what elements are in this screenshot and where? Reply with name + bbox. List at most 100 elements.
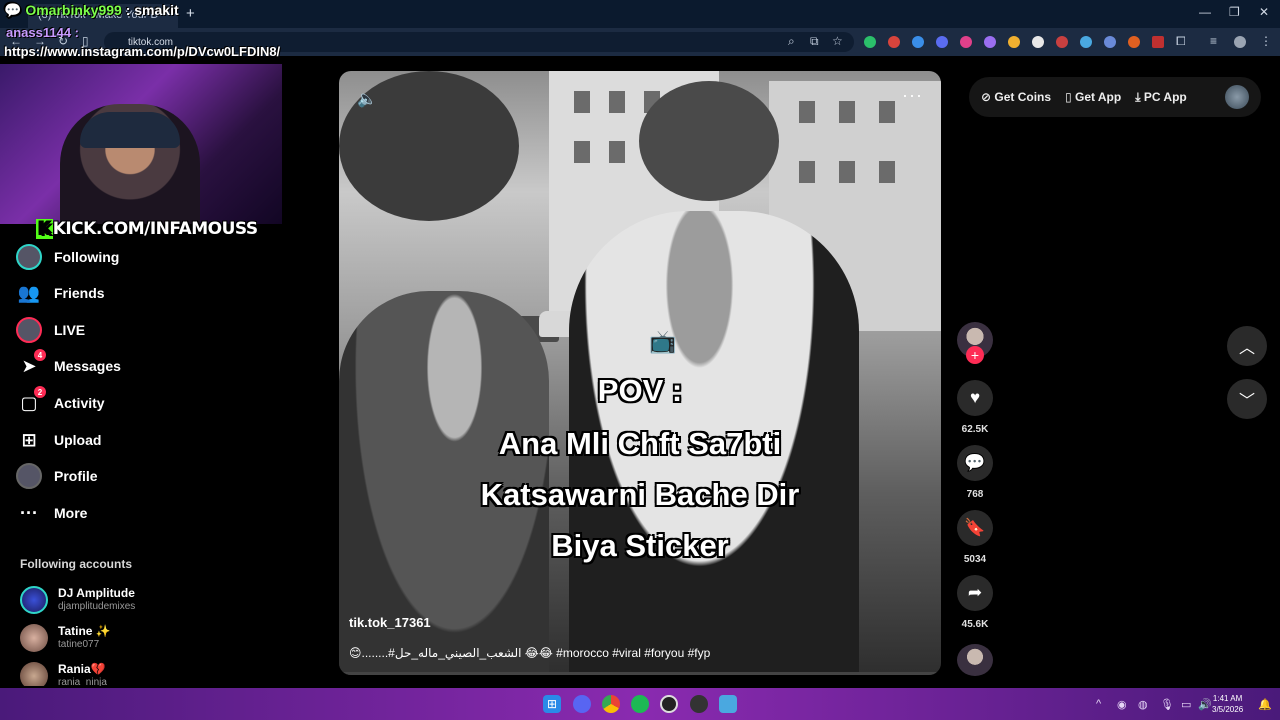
video-player[interactable]: 🔈 ··· 📺 POV : Ana Mli Chft Sa7bti Katsaw…: [339, 71, 941, 675]
sidebar-item-more[interactable]: ··· More: [16, 498, 216, 528]
friends-icon: 👥: [17, 282, 41, 303]
get-coins-button[interactable]: ⊘ Get Coins: [981, 90, 1051, 104]
extension-icon[interactable]: [1080, 36, 1092, 48]
microphone-icon[interactable]: 🎙: [1160, 698, 1174, 711]
like-count: 62.5K: [961, 424, 989, 435]
extension-icon[interactable]: [1152, 36, 1164, 48]
following-account[interactable]: Rania💔 rania_ninja: [20, 662, 220, 686]
app-icon[interactable]: [690, 695, 708, 713]
avatar: [20, 624, 48, 652]
window-image: [574, 141, 590, 163]
get-coins-label: Get Coins: [994, 90, 1052, 104]
extension-icon[interactable]: [912, 36, 924, 48]
kick-k-icon: K: [36, 219, 53, 239]
extension-icon[interactable]: [1056, 36, 1068, 48]
discord-icon[interactable]: [573, 695, 591, 713]
download-icon: ⤓: [1135, 89, 1144, 104]
app-window-icon[interactable]: [719, 695, 737, 713]
more-icon: ···: [20, 502, 38, 523]
video-progress-bar[interactable]: [339, 672, 941, 675]
kick-brand-text: KICK.COM/INFAMOUSS: [52, 219, 258, 239]
reading-list-icon[interactable]: ≡: [1210, 34, 1217, 48]
bookmark-star-icon[interactable]: ☆: [832, 34, 843, 48]
install-icon[interactable]: ⧉: [810, 34, 819, 49]
upload-icon: ⊞: [21, 429, 37, 450]
avatar: [20, 586, 48, 614]
sidebar-item-label: Messages: [54, 358, 121, 374]
extension-icon[interactable]: [1032, 36, 1044, 48]
browser-menu-icon[interactable]: ⋮: [1260, 34, 1272, 48]
video-author[interactable]: tik.tok_17361: [349, 615, 431, 630]
following-account[interactable]: Tatine ✨ tatine077: [20, 624, 220, 656]
spotify-icon[interactable]: [631, 695, 649, 713]
tree-image: [639, 81, 779, 201]
extension-icon[interactable]: [1104, 36, 1116, 48]
tray-discord-icon[interactable]: ◍: [1138, 698, 1148, 711]
extension-icon[interactable]: [888, 36, 900, 48]
sidebar-item-activity[interactable]: ▢ 2 Activity: [16, 386, 216, 418]
account-handle: tatine077: [58, 639, 100, 650]
save-button[interactable]: 🔖: [957, 510, 993, 546]
share-button[interactable]: ➦: [957, 575, 993, 611]
window-image: [609, 91, 625, 113]
profile-avatar[interactable]: [1234, 36, 1246, 48]
extension-icon[interactable]: [984, 36, 996, 48]
network-icon[interactable]: ▭: [1181, 698, 1191, 711]
user-avatar[interactable]: [1225, 85, 1249, 109]
video-caption-line: Ana Mli Chft Sa7bti: [498, 426, 782, 461]
new-tab-icon[interactable]: +: [186, 5, 195, 22]
tv-sticker-icon: 📺: [649, 329, 677, 354]
sidebar-item-profile[interactable]: Profile: [16, 461, 216, 491]
extension-icon[interactable]: [1128, 36, 1140, 48]
account-name: Tatine ✨: [58, 624, 111, 638]
tray-app-icon[interactable]: ◉: [1117, 698, 1127, 711]
tray-overflow-icon[interactable]: ^: [1096, 698, 1101, 710]
chevron-down-icon: ﹀: [1238, 393, 1255, 410]
clock-time: 1:41 AM: [1212, 694, 1243, 703]
comment-button[interactable]: 💬: [957, 445, 993, 481]
obs-icon[interactable]: [660, 695, 678, 713]
avatar: [20, 662, 48, 686]
extension-icon[interactable]: [960, 36, 972, 48]
sidebar-item-following[interactable]: Following: [16, 242, 216, 272]
chat-username: Omarbinky999: [25, 2, 122, 18]
more-options-icon[interactable]: ···: [902, 85, 923, 106]
pc-app-button[interactable]: ⤓ PC App: [1135, 90, 1187, 105]
minimize-icon[interactable]: —: [1199, 5, 1211, 19]
follow-plus-icon[interactable]: +: [966, 346, 984, 364]
maximize-icon[interactable]: ❐: [1229, 5, 1240, 19]
volume-icon[interactable]: 🔊: [1198, 698, 1212, 711]
share-count: 45.6K: [961, 619, 989, 630]
sidebar-item-messages[interactable]: ➤ 4 Messages: [16, 349, 216, 381]
sidebar-item-friends[interactable]: 👥 Friends: [16, 278, 216, 308]
notification-icon[interactable]: 🔔: [1258, 698, 1272, 711]
extensions-puzzle-icon[interactable]: ⧠: [1176, 34, 1186, 49]
get-app-button[interactable]: ▯ Get App: [1065, 90, 1121, 104]
chrome-icon[interactable]: [602, 695, 620, 713]
video-caption-line: POV :: [597, 373, 683, 408]
video-description: 😊........#الشعب_الصيني_ماله_حل 😂😂 #moroc…: [349, 646, 711, 660]
extension-icon[interactable]: [864, 36, 876, 48]
extension-icon[interactable]: [1008, 36, 1020, 48]
mute-icon[interactable]: 🔈: [357, 89, 377, 109]
account-handle: rania_ninja: [58, 677, 107, 686]
messages-icon: ➤ 4: [16, 349, 46, 379]
next-creator-avatar[interactable]: [957, 644, 993, 676]
close-window-icon[interactable]: ✕: [1259, 5, 1269, 19]
sidebar-item-upload[interactable]: ⊞ Upload: [16, 425, 216, 455]
extension-icon[interactable]: [936, 36, 948, 48]
zoom-icon[interactable]: ⌕: [788, 34, 795, 49]
window-image: [574, 91, 590, 113]
chat-icon: 💬: [4, 2, 26, 18]
start-windows-icon[interactable]: ⊞: [543, 695, 561, 713]
window-image: [839, 101, 855, 123]
like-button[interactable]: ♥: [957, 380, 993, 416]
next-video-button[interactable]: ﹀: [1227, 379, 1267, 419]
system-clock[interactable]: 1:41 AM 3/5/2026: [1212, 693, 1243, 715]
following-account[interactable]: DJ Amplitude djamplitudemixes: [20, 586, 220, 618]
previous-video-button[interactable]: ︿: [1227, 326, 1267, 366]
account-name: DJ Amplitude: [58, 586, 135, 600]
sidebar-item-live[interactable]: LIVE: [16, 315, 216, 345]
account-handle: djamplitudemixes: [58, 601, 136, 612]
pc-app-label: PC App: [1143, 89, 1187, 104]
